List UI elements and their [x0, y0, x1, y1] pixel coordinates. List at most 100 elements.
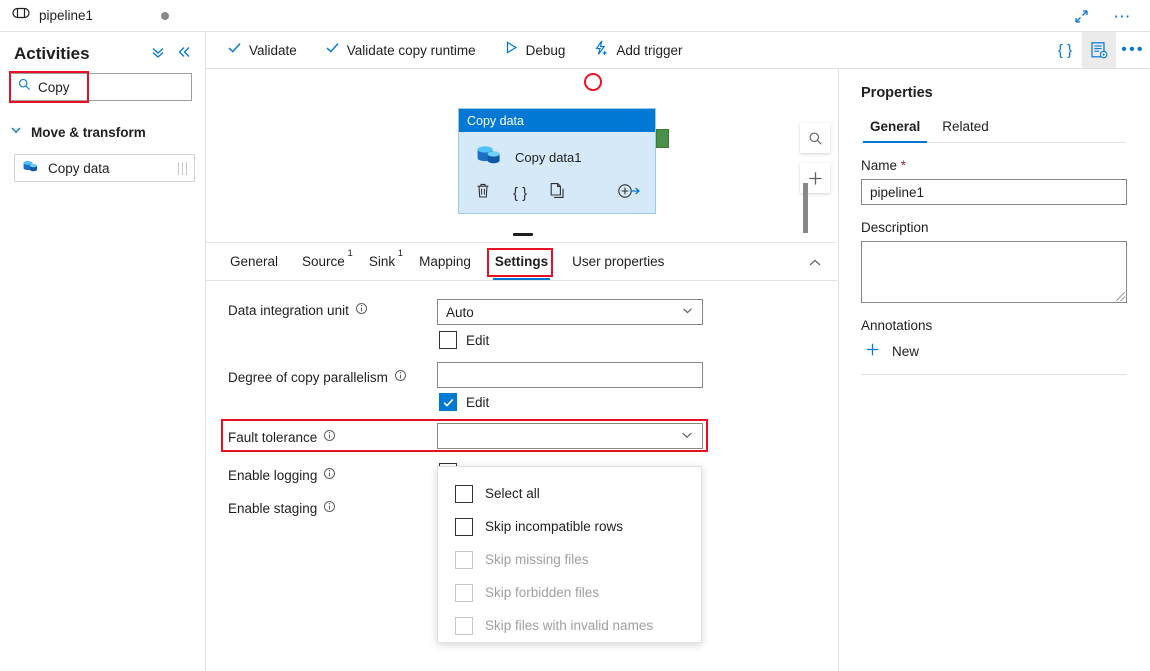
annotations-label: Annotations	[861, 318, 1126, 333]
node-actions: { }	[459, 173, 655, 204]
double-chevron-left-icon[interactable]	[177, 45, 191, 64]
select-all-checkbox[interactable]	[455, 485, 473, 503]
add-output-connection-icon[interactable]	[617, 183, 641, 204]
field-degree-parallelism-label: Degree of copy parallelism	[228, 369, 407, 385]
data-integration-unit-label: Data integration unit	[228, 303, 349, 318]
activity-detail-tabs: General Source 1 Sink 1 Mapping Settings…	[206, 243, 837, 281]
zoom-to-fit-button[interactable]	[800, 123, 830, 153]
tab-mapping[interactable]: Mapping	[409, 242, 481, 280]
plus-icon	[865, 342, 880, 360]
name-label-text: Name	[861, 158, 897, 173]
add-trigger-button[interactable]: Add trigger	[590, 35, 685, 65]
tab-general[interactable]: General	[220, 242, 288, 280]
panel-drag-handle[interactable]	[513, 233, 533, 236]
name-input[interactable]: pipeline1	[861, 179, 1127, 205]
toolbar-more-button[interactable]: •••	[1116, 32, 1150, 68]
skip-invalid-names-label: Skip files with invalid names	[485, 618, 653, 633]
pipeline-tab-label: pipeline1	[39, 8, 93, 23]
debug-button[interactable]: Debug	[501, 35, 569, 65]
tab-settings[interactable]: Settings	[485, 242, 558, 280]
dropdown-option-select-all[interactable]: Select all	[438, 477, 701, 510]
degree-parallelism-edit-checkbox-row[interactable]: Edit	[439, 393, 489, 411]
drag-handle-icon[interactable]	[178, 162, 188, 175]
description-textarea[interactable]	[861, 241, 1127, 303]
pipeline-tab[interactable]: pipeline1	[0, 0, 185, 32]
field-data-integration-unit-label: Data integration unit	[228, 302, 368, 318]
tab-sink-label: Sink	[369, 254, 395, 269]
activity-item-copy-data[interactable]: Copy data	[14, 154, 195, 182]
description-field-label: Description	[861, 220, 1126, 235]
chevron-down-icon	[10, 123, 22, 141]
checkmark-icon	[325, 40, 340, 60]
tab-source-label: Source	[302, 254, 345, 269]
new-annotation-button[interactable]: New	[861, 342, 1126, 360]
tab-source[interactable]: Source 1	[292, 242, 355, 280]
properties-panel-icon[interactable]	[1082, 32, 1116, 68]
expand-button[interactable]	[1070, 5, 1092, 27]
data-integration-unit-edit-checkbox-row[interactable]: Edit	[439, 331, 489, 349]
degree-of-copy-parallelism-input[interactable]	[437, 362, 703, 388]
fault-tolerance-label: Fault tolerance	[228, 430, 317, 445]
degree-of-copy-parallelism-label: Degree of copy parallelism	[228, 370, 388, 385]
window-more-button[interactable]: ⋯	[1110, 5, 1136, 27]
clone-icon[interactable]	[549, 182, 565, 204]
tab-user-properties[interactable]: User properties	[562, 242, 674, 280]
tab-mapping-label: Mapping	[419, 254, 471, 269]
activity-item-label: Copy data	[48, 161, 110, 176]
tab-source-badge: 1	[348, 248, 353, 259]
code-braces-glyph: { }	[1058, 42, 1072, 59]
data-integration-unit-edit-checkbox[interactable]	[439, 331, 457, 349]
play-triangle-icon	[504, 40, 519, 60]
toolbar-right-actions: { } •••	[1048, 32, 1150, 68]
tab-settings-label: Settings	[495, 254, 548, 269]
skip-incompatible-rows-checkbox[interactable]	[455, 518, 473, 536]
copy-data-activity-node[interactable]: Copy data Copy data1	[458, 108, 656, 214]
node-body: Copy data1	[459, 132, 655, 173]
info-icon[interactable]	[394, 369, 407, 385]
properties-tabs: General Related	[861, 119, 1126, 143]
copy-data-icon	[475, 142, 503, 173]
info-icon[interactable]	[323, 500, 336, 516]
properties-tab-related[interactable]: Related	[933, 119, 998, 142]
degree-parallelism-edit-checkbox[interactable]	[439, 393, 457, 411]
field-fault-tolerance-label: Fault tolerance	[228, 429, 336, 445]
window-tabstrip: pipeline1 ⋯	[0, 0, 1150, 32]
degree-parallelism-edit-label: Edit	[466, 395, 489, 410]
skip-missing-files-checkbox	[455, 551, 473, 569]
validate-button[interactable]: Validate	[224, 35, 300, 65]
name-field-label: Name *	[861, 158, 1126, 173]
info-icon[interactable]	[355, 302, 368, 318]
name-input-value: pipeline1	[870, 185, 924, 200]
activity-group-move-transform[interactable]: Move & transform	[0, 117, 205, 147]
data-integration-unit-value: Auto	[446, 305, 474, 320]
fault-tolerance-dropdown-menu[interactable]: Select all Skip incompatible rows Skip m…	[437, 466, 702, 643]
vertical-zoom-slider[interactable]	[803, 183, 808, 233]
activities-sidebar: Activities	[0, 32, 206, 671]
red-circle-annotation	[584, 73, 602, 91]
fault-tolerance-dropdown[interactable]	[437, 423, 703, 449]
validate-copy-runtime-label: Validate copy runtime	[347, 43, 476, 58]
ellipsis-glyph: •••	[1121, 41, 1144, 59]
dropdown-option-skip-incompatible-rows[interactable]: Skip incompatible rows	[438, 510, 701, 543]
search-container: Copy	[0, 73, 205, 101]
chevron-up-icon[interactable]	[805, 253, 825, 273]
data-integration-unit-dropdown[interactable]: Auto	[437, 299, 703, 325]
properties-tab-general[interactable]: General	[861, 119, 929, 142]
dropdown-option-skip-invalid-names: Skip files with invalid names	[438, 609, 701, 642]
double-chevron-down-icon[interactable]	[151, 45, 165, 64]
add-trigger-label: Add trigger	[616, 43, 682, 58]
resize-grip-icon[interactable]	[1116, 292, 1125, 301]
properties-panel: Properties General Related Name * pipeli…	[838, 69, 1150, 671]
green-connector-handle[interactable]	[656, 129, 669, 148]
pipeline-canvas[interactable]: Copy data Copy data1	[206, 69, 837, 243]
code-braces-icon[interactable]: { }	[513, 185, 527, 202]
delete-icon[interactable]	[475, 182, 491, 204]
info-icon[interactable]	[323, 429, 336, 445]
validate-copy-runtime-button[interactable]: Validate copy runtime	[322, 35, 479, 65]
search-input[interactable]: Copy	[10, 73, 192, 101]
skip-invalid-names-checkbox	[455, 617, 473, 635]
skip-forbidden-files-checkbox	[455, 584, 473, 602]
info-icon[interactable]	[323, 467, 336, 483]
code-braces-icon[interactable]: { }	[1048, 32, 1082, 68]
tab-sink[interactable]: Sink 1	[359, 242, 405, 280]
